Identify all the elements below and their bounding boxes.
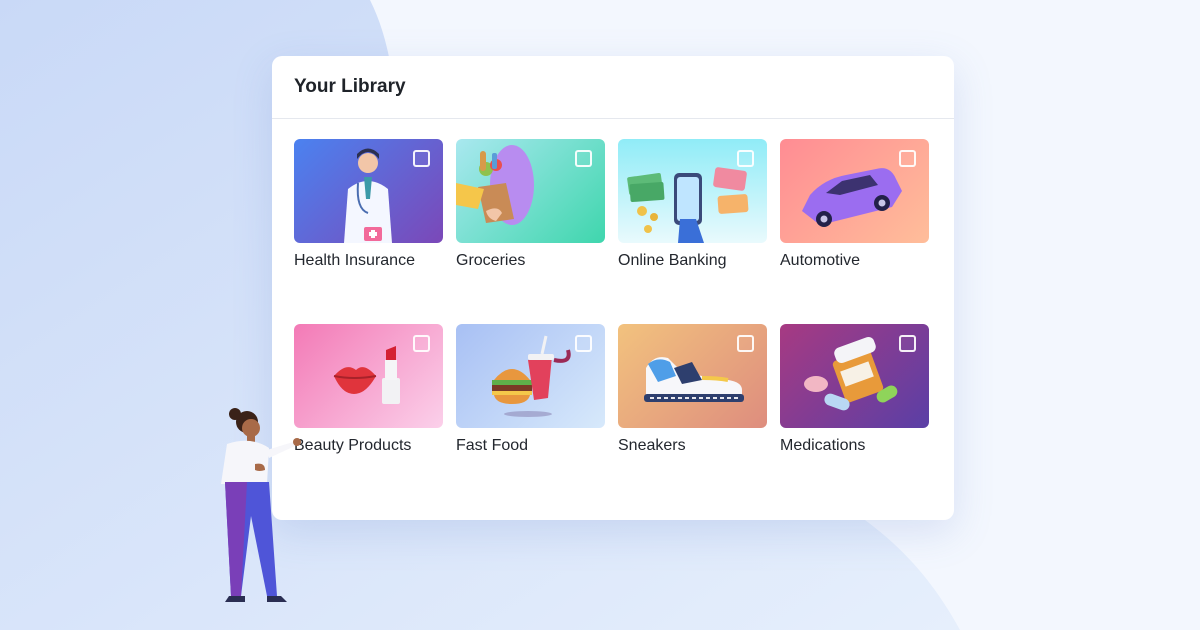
category-thumbnail <box>780 324 929 428</box>
category-checkbox[interactable] <box>899 335 916 352</box>
page-title: Your Library <box>294 76 406 97</box>
category-label: Sneakers <box>618 437 686 454</box>
category-tile-groceries[interactable]: Groceries <box>456 139 605 289</box>
category-thumbnail <box>294 324 443 428</box>
category-label: Fast Food <box>456 437 529 454</box>
library-header: Your Library <box>272 56 954 119</box>
category-checkbox[interactable] <box>899 150 916 167</box>
category-tile-health-insurance[interactable]: Health Insurance <box>294 139 443 289</box>
category-checkbox[interactable] <box>413 335 430 352</box>
category-label: Medications <box>780 437 866 454</box>
category-tile-fast-food[interactable]: Fast Food <box>456 324 605 474</box>
category-label: Online Banking <box>618 252 727 269</box>
category-checkbox[interactable] <box>575 335 592 352</box>
category-label: Health Insurance <box>294 252 415 269</box>
presenter-illustration <box>221 408 301 602</box>
category-label: Beauty Products <box>294 437 412 454</box>
category-checkbox[interactable] <box>413 150 430 167</box>
category-tile-beauty-products[interactable]: Beauty Products <box>294 324 443 474</box>
category-thumbnail <box>456 139 605 243</box>
category-tile-automotive[interactable]: Automotive <box>780 139 929 289</box>
library-panel: Your Library Health Insurance Groceries … <box>272 56 954 520</box>
category-thumbnail <box>618 139 767 243</box>
category-thumbnail <box>780 139 929 243</box>
category-grid: Health Insurance Groceries Online Bankin… <box>294 139 929 474</box>
category-checkbox[interactable] <box>737 335 754 352</box>
category-tile-online-banking[interactable]: Online Banking <box>618 139 767 289</box>
category-thumbnail <box>294 139 443 243</box>
category-checkbox[interactable] <box>737 150 754 167</box>
category-label: Automotive <box>780 252 861 269</box>
category-tile-sneakers[interactable]: Sneakers <box>618 324 767 474</box>
category-thumbnail <box>456 324 605 428</box>
category-thumbnail <box>618 324 767 428</box>
category-label: Groceries <box>456 252 526 269</box>
category-tile-medications[interactable]: Medications <box>780 324 929 474</box>
category-checkbox[interactable] <box>575 150 592 167</box>
